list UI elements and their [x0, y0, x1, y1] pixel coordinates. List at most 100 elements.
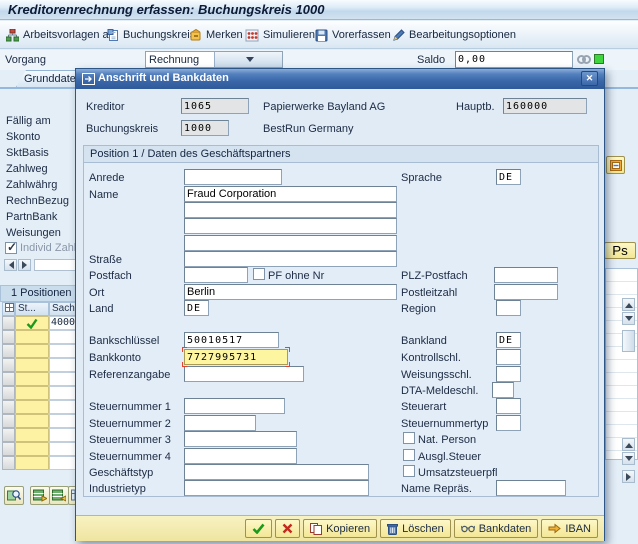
- scroll-down-icon[interactable]: [622, 312, 635, 325]
- close-icon[interactable]: ✕: [581, 71, 598, 86]
- insert-row-button[interactable]: [30, 486, 50, 505]
- dialog-titlebar[interactable]: Anschrift und Bankdaten ✕: [76, 69, 604, 89]
- steuernummer1-field[interactable]: [184, 398, 285, 414]
- steuernummer4-field[interactable]: [184, 448, 297, 464]
- table-filter-button[interactable]: [4, 486, 24, 505]
- steuernummer3-field[interactable]: [184, 431, 297, 447]
- status-cell[interactable]: [15, 358, 49, 372]
- row-selector[interactable]: [2, 386, 15, 400]
- chevron-down-icon[interactable]: [214, 52, 283, 67]
- page-up-icon[interactable]: [622, 438, 635, 451]
- cancel-button[interactable]: [275, 519, 300, 538]
- red-x-icon: [282, 523, 293, 534]
- steuernummer2-field[interactable]: [184, 415, 256, 431]
- arbeitsvorlagen-button[interactable]: Arbeitsvorlagen an: [6, 25, 115, 45]
- scroll-left-icon[interactable]: [4, 259, 17, 271]
- strasse-field[interactable]: [184, 251, 397, 267]
- buchungskreis-label: Buchungskreis: [86, 123, 158, 136]
- buchungskreis-field[interactable]: [181, 120, 229, 136]
- status-cell[interactable]: [15, 428, 49, 442]
- bankschluessel-field[interactable]: [184, 332, 279, 348]
- scroll-right-icon[interactable]: [622, 470, 635, 483]
- scroll-up-icon[interactable]: [622, 298, 635, 311]
- status-cell[interactable]: [15, 372, 49, 386]
- vorgang-select[interactable]: Rechnung: [145, 51, 283, 68]
- kontrollschl-field[interactable]: [496, 349, 521, 365]
- row-selector[interactable]: [2, 428, 15, 442]
- name-line3-field[interactable]: [184, 218, 397, 234]
- row-selector[interactable]: [2, 400, 15, 414]
- confirm-button[interactable]: [245, 519, 272, 538]
- bearbeitungsoptionen-button[interactable]: Bearbeitungsoptionen: [392, 25, 516, 45]
- status-cell[interactable]: [15, 316, 49, 330]
- status-cell[interactable]: [15, 442, 49, 456]
- postfach-field[interactable]: [184, 267, 248, 283]
- scrollbar-track[interactable]: [34, 259, 79, 271]
- status-cell[interactable]: [15, 330, 49, 344]
- green-check-icon: [26, 318, 38, 329]
- ort-field[interactable]: [184, 284, 397, 300]
- row-selector[interactable]: [2, 344, 15, 358]
- horizontal-scrollbar[interactable]: [4, 259, 75, 272]
- plz-postfach-field[interactable]: [494, 267, 558, 283]
- status-cell[interactable]: [15, 456, 49, 470]
- loeschen-button[interactable]: Löschen: [380, 519, 451, 538]
- simulieren-button[interactable]: Simulieren: [245, 25, 315, 45]
- table-header-status[interactable]: St...: [15, 302, 49, 316]
- row-selector[interactable]: [2, 316, 15, 330]
- bankkonto-field[interactable]: [184, 349, 288, 365]
- saldo-field[interactable]: [455, 51, 573, 68]
- tax-detail-button[interactable]: [606, 156, 625, 174]
- scroll-right-icon[interactable]: [18, 259, 31, 271]
- umsatzsteuerpfl-checkbox[interactable]: [403, 465, 415, 477]
- vorgang-selected-value: Rechnung: [146, 54, 214, 66]
- ausgl-steuer-checkbox[interactable]: [403, 449, 415, 461]
- kreditor-field[interactable]: [181, 98, 249, 114]
- row-selector[interactable]: [2, 456, 15, 470]
- dta-meldeschl-field[interactable]: [492, 382, 514, 398]
- status-cell[interactable]: [15, 400, 49, 414]
- postleitzahl-field[interactable]: [494, 284, 558, 300]
- status-cell[interactable]: [15, 344, 49, 358]
- referenzangabe-field[interactable]: [184, 366, 304, 382]
- bankland-field[interactable]: [496, 332, 521, 348]
- name-line2-field[interactable]: [184, 202, 397, 218]
- nat-person-checkbox[interactable]: [403, 432, 415, 444]
- status-cell[interactable]: [15, 386, 49, 400]
- buchungskreis-button[interactable]: Buchungskreis: [107, 25, 195, 45]
- vertical-scrollbar-thumb[interactable]: [622, 330, 635, 352]
- anrede-field[interactable]: [184, 169, 282, 185]
- row-selector[interactable]: [2, 372, 15, 386]
- pf-ohne-nr-checkbox[interactable]: [253, 268, 265, 280]
- row-selector[interactable]: [2, 358, 15, 372]
- kopieren-button[interactable]: Kopieren: [303, 519, 377, 538]
- name-field[interactable]: [184, 186, 397, 202]
- name-line4-field[interactable]: [184, 235, 397, 251]
- bankdaten-button[interactable]: Bankdaten: [454, 519, 539, 538]
- weisungsschl-field[interactable]: [496, 366, 521, 382]
- steuernummertyp-field[interactable]: [496, 415, 521, 431]
- row-selector[interactable]: [2, 330, 15, 344]
- land-field[interactable]: [184, 300, 209, 316]
- table-select-all-header[interactable]: [2, 302, 15, 316]
- individ-zahlung-checkbox[interactable]: [5, 242, 17, 254]
- row-selector[interactable]: [2, 442, 15, 456]
- application-toolbar: Arbeitsvorlagen an Buchungskreis Merken …: [0, 21, 638, 49]
- hauptbuch-field[interactable]: [503, 98, 587, 114]
- ops-button[interactable]: Ps: [604, 242, 636, 259]
- kreditor-label: Kreditor: [86, 101, 125, 114]
- row-selector[interactable]: [2, 414, 15, 428]
- iban-button[interactable]: IBAN: [541, 519, 598, 538]
- delete-row-button[interactable]: [49, 486, 69, 505]
- page-down-icon[interactable]: [622, 452, 635, 465]
- anschrift-bankdaten-dialog: Anschrift und Bankdaten ✕ Kreditor Papie…: [75, 68, 605, 541]
- merken-button[interactable]: Merken: [189, 25, 243, 45]
- geschaeftstyp-field[interactable]: [184, 464, 369, 480]
- region-field[interactable]: [496, 300, 521, 316]
- sprache-field[interactable]: [496, 169, 521, 185]
- name-repraes-field[interactable]: [496, 480, 566, 496]
- vorerfassen-button[interactable]: Vorerfassen: [315, 25, 391, 45]
- industrietyp-field[interactable]: [184, 480, 369, 496]
- status-cell[interactable]: [15, 414, 49, 428]
- steuerart-field[interactable]: [496, 398, 521, 414]
